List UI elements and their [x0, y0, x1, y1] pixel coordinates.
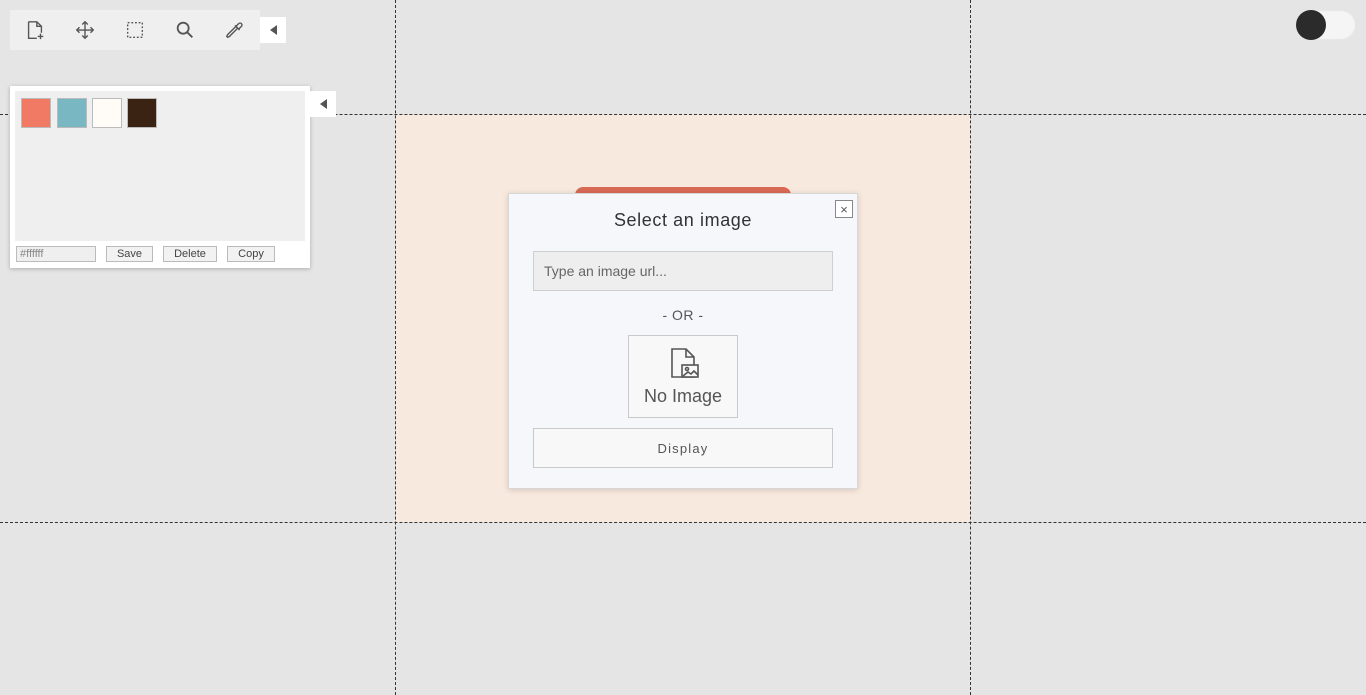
color-swatch[interactable] — [127, 98, 157, 128]
delete-color-button[interactable]: Delete — [163, 246, 217, 262]
eyedropper-tool[interactable] — [210, 10, 260, 50]
select-image-modal: × Select an image - OR - No Image Displa… — [508, 193, 858, 489]
color-swatch[interactable] — [92, 98, 122, 128]
display-button[interactable]: Display — [533, 428, 833, 468]
color-palette-panel: Save Delete Copy — [10, 86, 310, 268]
move-arrows-icon — [75, 20, 95, 40]
modal-title: Select an image — [613, 210, 753, 230]
eyedropper-icon — [225, 22, 243, 39]
move-tool[interactable] — [60, 10, 110, 50]
zoom-tool[interactable] — [160, 10, 210, 50]
color-swatch[interactable] — [57, 98, 87, 128]
color-swatch[interactable] — [21, 98, 51, 128]
toolbar-collapse-button[interactable] — [260, 17, 286, 43]
image-url-input[interactable] — [533, 251, 833, 291]
save-color-button[interactable]: Save — [106, 246, 153, 262]
guide-horizontal-bottom — [0, 522, 1366, 523]
palette-controls: Save Delete Copy — [15, 246, 305, 262]
guide-vertical-left — [395, 0, 396, 695]
dashed-rectangle-icon — [126, 21, 144, 39]
toggle-knob — [1296, 10, 1326, 40]
guide-vertical-right — [970, 0, 971, 695]
marquee-select-tool[interactable] — [110, 10, 160, 50]
file-plus-icon — [27, 21, 44, 40]
triangle-left-icon — [269, 25, 277, 35]
triangle-left-icon — [319, 99, 327, 109]
or-separator: - OR - — [662, 307, 704, 323]
hex-color-input[interactable] — [16, 246, 96, 262]
palette-swatch-area — [15, 91, 305, 241]
image-picker-button[interactable]: No Image — [628, 335, 738, 418]
no-image-label: No Image — [643, 386, 723, 406]
search-icon — [176, 21, 193, 38]
new-file-tool[interactable] — [10, 10, 60, 50]
palette-collapse-button[interactable] — [310, 91, 336, 117]
theme-toggle[interactable] — [1296, 10, 1356, 40]
image-file-icon — [671, 348, 699, 378]
copy-color-button[interactable]: Copy — [227, 246, 275, 262]
toolbar — [10, 10, 260, 50]
